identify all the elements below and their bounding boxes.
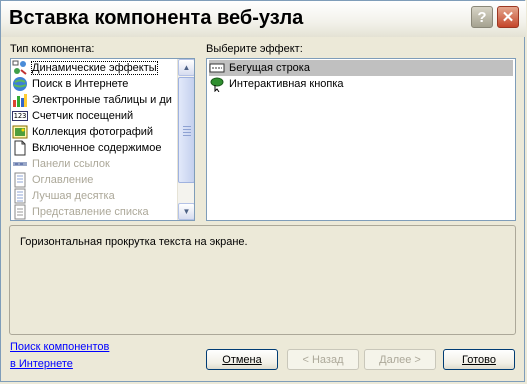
table-of-contents-icon (12, 172, 28, 188)
help-icon: ? (477, 8, 487, 26)
component-item-label: Счетчик посещений (32, 110, 134, 122)
list-view-icon (12, 204, 28, 220)
arrow-up-icon: ▲ (182, 63, 191, 72)
title-bar: Вставка компонента веб-узла ? ✕ (1, 1, 526, 37)
component-item-label: Поиск в Интернете (32, 78, 129, 90)
effect-label: Выберите эффект: (206, 43, 303, 55)
finish-button-label: Готово (462, 353, 496, 366)
find-components-link-line2[interactable]: в Интернете (10, 358, 73, 370)
component-item-link-bars[interactable]: Панели ссылок (12, 156, 110, 172)
hit-counter-icon: 123 (12, 111, 28, 121)
description-text: Горизонтальная прокрутка текста на экран… (20, 236, 248, 248)
component-item-dynamic-effects[interactable]: Динамические эффекты (12, 60, 158, 76)
effect-list[interactable]: Бегущая строка Интерактивная кнопка (206, 58, 516, 221)
component-item-hit-counter[interactable]: 123 Счетчик посещений (12, 108, 133, 124)
effect-item-label: Интерактивная кнопка (229, 78, 344, 90)
description-panel: Горизонтальная прокрутка текста на экран… (9, 225, 516, 335)
component-item-photo-gallery[interactable]: Коллекция фотографий (12, 124, 153, 140)
dynamic-effects-icon (12, 60, 28, 76)
cancel-button-label: Отмена (222, 353, 262, 366)
web-search-icon (12, 76, 28, 92)
effect-item-interactive-button[interactable]: Интерактивная кнопка (209, 76, 513, 92)
component-item-label: Включенное содержимое (32, 142, 162, 154)
scroll-down-button[interactable]: ▼ (178, 203, 194, 220)
back-button[interactable]: < Назад (287, 349, 359, 370)
included-content-icon (12, 140, 28, 156)
component-item-label: Представление списка (32, 206, 149, 218)
component-item-table-of-contents[interactable]: Оглавление (12, 172, 93, 188)
component-list-scrollbar[interactable]: ▲ ▼ (177, 59, 194, 220)
top-ten-icon (12, 188, 28, 204)
interactive-button-icon (209, 76, 225, 92)
component-type-label: Тип компонента: (10, 43, 95, 55)
photo-gallery-icon (12, 124, 28, 140)
find-components-link[interactable]: Поиск компонентов (10, 341, 109, 353)
close-button[interactable]: ✕ (497, 6, 519, 28)
insert-web-component-dialog: Вставка компонента веб-узла ? ✕ Тип комп… (0, 0, 526, 382)
component-item-top-ten[interactable]: Лучшая десятка (12, 188, 115, 204)
scroll-up-button[interactable]: ▲ (178, 59, 194, 76)
effect-item-label: Бегущая строка (229, 62, 310, 74)
finish-button[interactable]: Готово (443, 349, 515, 370)
component-item-label: Лучшая десятка (32, 190, 115, 202)
spreadsheet-chart-icon (12, 92, 28, 108)
component-item-label: Оглавление (32, 174, 94, 186)
component-item-spreadsheets-charts[interactable]: Электронные таблицы и ди (12, 92, 172, 108)
component-item-web-search[interactable]: Поиск в Интернете (12, 76, 128, 92)
close-icon: ✕ (501, 9, 515, 26)
component-item-label: Динамические эффекты (31, 61, 158, 75)
component-type-list[interactable]: Динамические эффекты Поиск в Интернете Э… (10, 58, 195, 221)
scroll-thumb[interactable] (178, 77, 194, 183)
link-bar-icon (12, 156, 28, 172)
cancel-button[interactable]: Отмена (206, 349, 278, 370)
help-button[interactable]: ? (471, 6, 493, 28)
component-item-label: Панели ссылок (32, 158, 110, 170)
component-item-label: Коллекция фотографий (32, 126, 154, 138)
component-item-label: Электронные таблицы и ди (32, 94, 172, 106)
next-button-label: Далее > (379, 353, 421, 366)
effect-item-marquee[interactable]: Бегущая строка (209, 60, 513, 76)
component-item-included-content[interactable]: Включенное содержимое (12, 140, 161, 156)
window-title: Вставка компонента веб-узла (9, 7, 304, 29)
arrow-down-icon: ▼ (182, 207, 191, 216)
component-item-list-view[interactable]: Представление списка (12, 204, 149, 220)
next-button[interactable]: Далее > (364, 349, 436, 370)
back-button-label: < Назад (302, 353, 344, 366)
marquee-icon (209, 60, 225, 76)
